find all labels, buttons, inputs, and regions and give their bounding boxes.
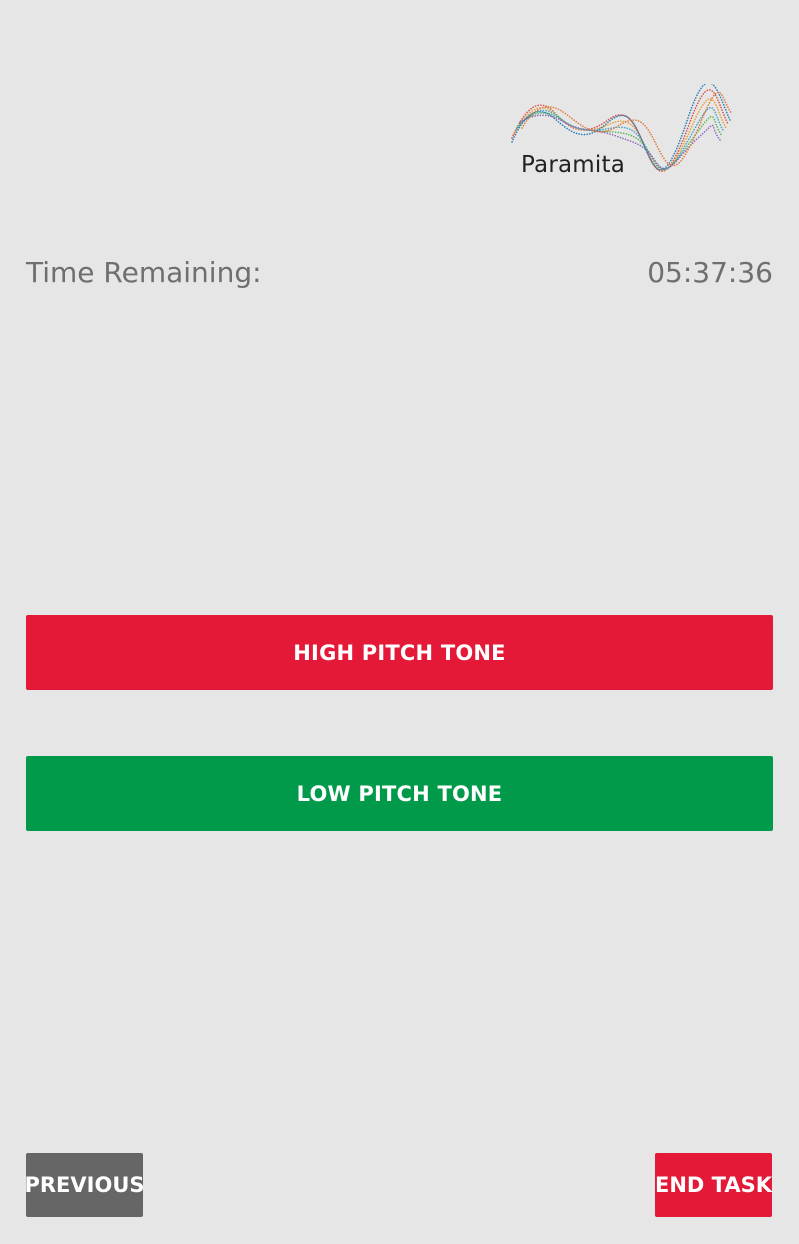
time-remaining-value: 05:37:36: [647, 256, 773, 289]
logo-text: Paramita: [521, 152, 625, 178]
previous-button[interactable]: PREVIOUS: [25, 1153, 145, 1217]
paramita-logo: Paramita: [508, 84, 733, 184]
timer-row: Time Remaining: 05:37:36: [26, 252, 773, 296]
high-pitch-tone-button[interactable]: HIGH PITCH TONE: [26, 615, 773, 690]
end-task-button[interactable]: END TASK: [655, 1153, 772, 1217]
time-remaining-label: Time Remaining:: [26, 256, 262, 289]
low-pitch-tone-button[interactable]: LOW PITCH TONE: [26, 756, 773, 831]
